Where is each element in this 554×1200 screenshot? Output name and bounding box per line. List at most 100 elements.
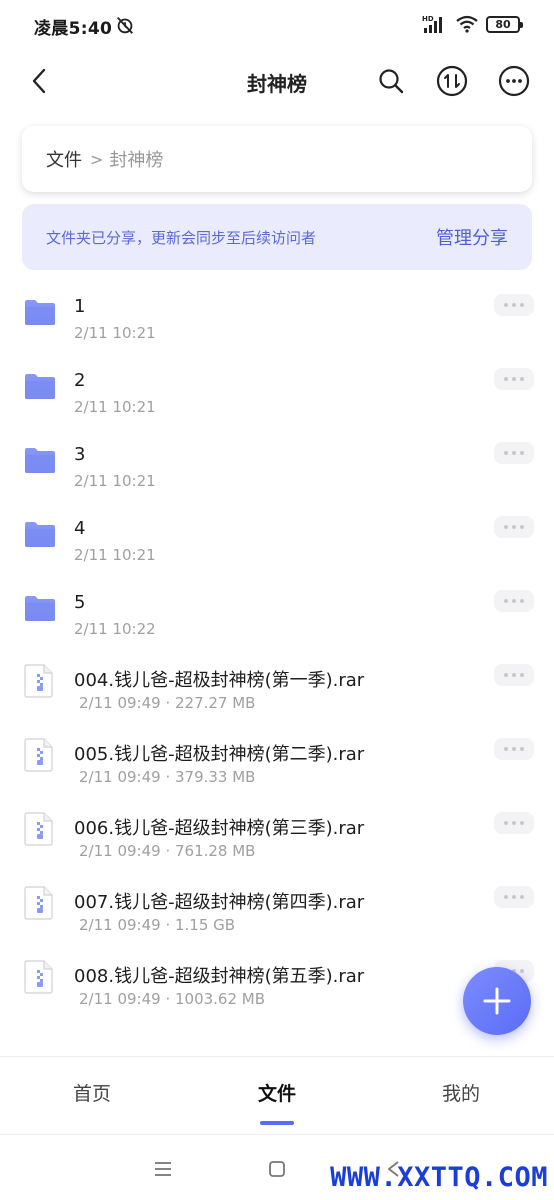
folder-row[interactable]: 4 2/11 10:21: [0, 510, 554, 584]
more-dot-icon: [504, 673, 508, 677]
more-dot-icon: [504, 895, 508, 899]
file-row[interactable]: 004.钱儿爸-超极封神榜(第一季).rar 2/11 09:49 · 227.2…: [0, 658, 554, 732]
more-dot-icon: [520, 747, 524, 751]
item-name: 4: [74, 518, 86, 539]
more-dot-icon: [512, 895, 516, 899]
tab-mine[interactable]: 我的: [442, 1079, 480, 1106]
folder-icon: [24, 372, 56, 402]
item-more-button[interactable]: [494, 738, 534, 760]
item-name: 3: [74, 444, 86, 465]
more-dot-icon: [512, 303, 516, 307]
item-meta: 2/11 09:49 · 227.27 MB: [79, 694, 256, 712]
signal-icon: HD: [422, 15, 442, 33]
item-meta: 2/11 10:21: [74, 324, 156, 342]
item-meta: 2/11 10:21: [74, 398, 156, 416]
tab-home[interactable]: 首页: [73, 1079, 111, 1106]
folder-icon: [24, 446, 56, 476]
file-row[interactable]: 006.钱儿爸-超级封神榜(第三季).rar 2/11 09:49 · 761.2…: [0, 806, 554, 880]
folder-row[interactable]: 2 2/11 10:21: [0, 362, 554, 436]
item-meta: 2/11 10:21: [74, 546, 156, 564]
manage-share-button[interactable]: 管理分享: [436, 224, 508, 250]
item-name: 1: [74, 296, 86, 317]
more-dot-icon: [520, 821, 524, 825]
file-row[interactable]: 005.钱儿爸-超极封神榜(第二季).rar 2/11 09:49 · 379.3…: [0, 732, 554, 806]
more-dot-icon: [512, 673, 516, 677]
item-name: 006.钱儿爸-超级封神榜(第三季).rar: [74, 818, 365, 839]
square-icon: [269, 1161, 285, 1177]
zip-file-icon: [24, 738, 56, 772]
more-dot-icon: [520, 969, 524, 973]
more-dot-icon: [512, 599, 516, 603]
folder-row[interactable]: 3 2/11 10:21: [0, 436, 554, 510]
more-dot-icon: [520, 673, 524, 677]
folder-row[interactable]: 5 2/11 10:22: [0, 584, 554, 658]
zip-file-icon: [24, 960, 56, 994]
more-dot-icon: [504, 525, 508, 529]
share-notice: 文件夹已分享，更新会同步至后续访问者: [46, 228, 317, 247]
item-more-button[interactable]: [494, 812, 534, 834]
breadcrumb-root[interactable]: 文件: [46, 146, 82, 172]
item-name: 008.钱儿爸-超级封神榜(第五季).rar: [74, 966, 365, 987]
sort-button[interactable]: [435, 64, 469, 98]
folder-row[interactable]: 1 2/11 10:21: [0, 288, 554, 362]
bottom-tab-bar: 首页 文件 我的: [0, 1056, 554, 1134]
item-name: 2: [74, 370, 86, 391]
item-meta: 2/11 09:49 · 1.15 GB: [79, 916, 236, 934]
folder-icon: [24, 594, 56, 624]
more-dot-icon: [512, 821, 516, 825]
recent-apps-button[interactable]: [151, 1157, 175, 1181]
more-dot-icon: [504, 377, 508, 381]
breadcrumb-current: 封神榜: [109, 150, 164, 171]
file-row[interactable]: 007.钱儿爸-超级封神榜(第四季).rar 2/11 09:49 · 1.15 …: [0, 880, 554, 954]
more-dot-icon: [504, 821, 508, 825]
tab-files[interactable]: 文件: [258, 1079, 296, 1106]
zip-file-icon: [24, 886, 56, 920]
sort-icon: [436, 65, 468, 97]
more-dot-icon: [504, 599, 508, 603]
item-meta: 2/11 10:22: [74, 620, 156, 638]
home-button[interactable]: [265, 1157, 289, 1181]
folder-icon: [24, 520, 56, 550]
item-more-button[interactable]: [494, 590, 534, 612]
more-icon: [498, 65, 530, 97]
watermark: WWW.XXTTQ.COM: [330, 1162, 548, 1193]
add-button[interactable]: [463, 967, 531, 1035]
status-bar: 凌晨5:40 HD 80: [0, 0, 554, 50]
folder-icon: [24, 298, 56, 328]
status-icons: HD 80: [422, 14, 523, 34]
search-button[interactable]: [374, 64, 408, 98]
more-dot-icon: [520, 895, 524, 899]
more-dot-icon: [512, 525, 516, 529]
more-dot-icon: [520, 525, 524, 529]
alarm-off-icon: [116, 17, 134, 34]
header: 封神榜: [0, 50, 554, 112]
more-dot-icon: [512, 451, 516, 455]
more-dot-icon: [520, 451, 524, 455]
item-name: 007.钱儿爸-超级封神榜(第四季).rar: [74, 892, 365, 913]
more-dot-icon: [520, 599, 524, 603]
breadcrumb-separator: >: [90, 149, 104, 169]
breadcrumb: 文件 > 封神榜: [22, 126, 532, 192]
item-meta: 2/11 09:49 · 761.28 MB: [79, 842, 256, 860]
more-dot-icon: [512, 747, 516, 751]
item-name: 5: [74, 592, 86, 613]
svg-text:HD: HD: [422, 15, 434, 23]
item-more-button[interactable]: [494, 886, 534, 908]
item-more-button[interactable]: [494, 664, 534, 686]
item-meta: 2/11 10:21: [74, 472, 156, 490]
item-more-button[interactable]: [494, 516, 534, 538]
more-dot-icon: [504, 451, 508, 455]
file-list: 1 2/11 10:21 2 2/11 10:21 3 2/11 10:21 4 2/11 1…: [0, 288, 554, 1028]
item-name: 004.钱儿爸-超极封神榜(第一季).rar: [74, 670, 365, 691]
item-more-button[interactable]: [494, 294, 534, 316]
item-more-button[interactable]: [494, 442, 534, 464]
tab-indicator: [260, 1121, 294, 1125]
item-meta: 2/11 09:49 · 379.33 MB: [79, 768, 256, 786]
item-meta: 2/11 09:49 · 1003.62 MB: [79, 990, 266, 1008]
status-time: 凌晨5:40: [34, 19, 113, 39]
more-dot-icon: [512, 377, 516, 381]
share-banner: 文件夹已分享，更新会同步至后续访问者 管理分享: [22, 204, 532, 270]
more-dot-icon: [504, 747, 508, 751]
more-button[interactable]: [497, 64, 531, 98]
item-more-button[interactable]: [494, 368, 534, 390]
